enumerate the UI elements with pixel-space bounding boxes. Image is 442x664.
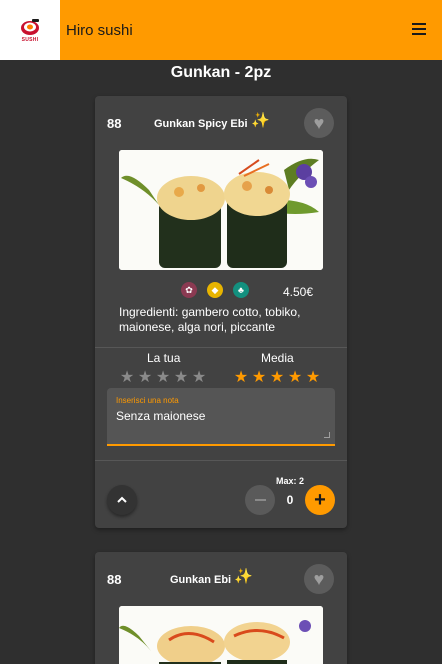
your-rating-label: La tua [147,351,181,365]
note-field[interactable]: Inserisci una nota Senza maionese [107,388,335,446]
app-logo[interactable]: SUSHI [0,0,60,60]
average-rating-stars: ★ ★ ★ ★ ★ [233,367,321,387]
product-ingredients: Ingredienti: gambero cotto, tobiko, maio… [119,305,301,334]
favorite-button[interactable]: ♥ [304,564,334,594]
increase-quantity-button[interactable]: + [305,485,335,515]
fish-icon: ◆ [207,282,223,298]
your-rating-stars[interactable]: ★ ★ ★ ★ ★ [119,367,207,387]
star-icon[interactable]: ★ [155,367,171,387]
plus-icon: + [314,489,326,511]
chevron-up-icon [117,496,127,503]
product-card: 88 Gunkan Ebi ✨ ♥ [95,552,347,664]
star-icon: ★ [305,369,321,386]
resize-handle-icon[interactable] [324,432,330,438]
product-code: 88 [107,116,122,131]
product-photo [119,150,323,270]
crustacean-icon: ✿ [181,282,197,298]
note-input[interactable]: Senza maionese [116,409,205,423]
sparkles-icon: ✨ [234,568,253,585]
app-bar: SUSHI Hiro sushi [0,0,442,60]
sparkles-icon: ✨ [251,112,270,129]
minus-icon [254,499,266,501]
star-icon: ★ [269,369,285,386]
star-icon: ★ [251,369,267,386]
divider [95,347,347,348]
star-icon[interactable]: ★ [191,367,207,387]
product-name: Gunkan Ebi [170,574,232,586]
logo-text: SUSHI [21,36,39,43]
average-rating-label: Media [261,351,294,365]
favorite-button[interactable]: ♥ [304,108,334,138]
mustard-icon: ♣ [233,282,249,298]
product-code: 88 [107,572,122,587]
star-icon: ★ [287,369,303,386]
star-icon[interactable]: ★ [173,367,189,387]
decrease-quantity-button[interactable] [245,485,275,515]
star-icon[interactable]: ★ [119,367,135,387]
allergen-icons: ✿ ◆ ♣ [181,282,249,298]
hamburger-menu-icon[interactable] [412,23,426,35]
sushi-logo-icon [21,18,39,35]
product-card: 88 Gunkan Spicy Ebi ✨ ♥ ✿ ◆ ♣ 4.50€ Ingr… [95,96,347,528]
divider [95,460,347,461]
quantity-value: 0 [286,493,294,507]
app-title: Hiro sushi [66,21,133,39]
product-price: 4.50€ [283,285,314,299]
star-icon: ★ [233,369,249,386]
star-icon[interactable]: ★ [137,367,153,387]
section-title: Gunkan - 2pz [170,64,272,81]
collapse-button[interactable] [107,485,137,515]
heart-icon: ♥ [313,569,325,589]
note-label: Inserisci una nota [116,396,179,405]
heart-icon: ♥ [313,113,325,133]
max-quantity-label: Max: 2 [276,476,305,486]
product-name: Gunkan Spicy Ebi [154,118,248,130]
product-photo [119,606,323,664]
